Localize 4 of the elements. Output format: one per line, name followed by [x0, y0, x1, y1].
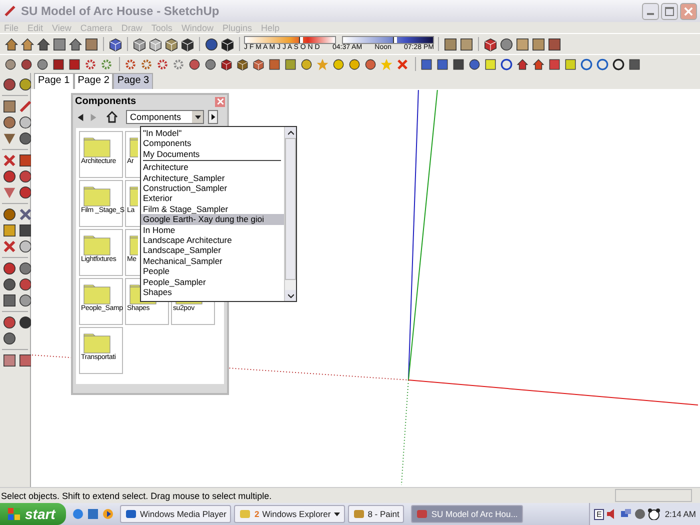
- window-title: SU Model of Arc House - SketchUp: [21, 4, 220, 18]
- panel-title: Components: [75, 96, 136, 107]
- status-text: Select objects. Shift to extend select. Drag mouse to select multiple.: [1, 490, 272, 500]
- clock: 2:14 AM: [664, 509, 696, 519]
